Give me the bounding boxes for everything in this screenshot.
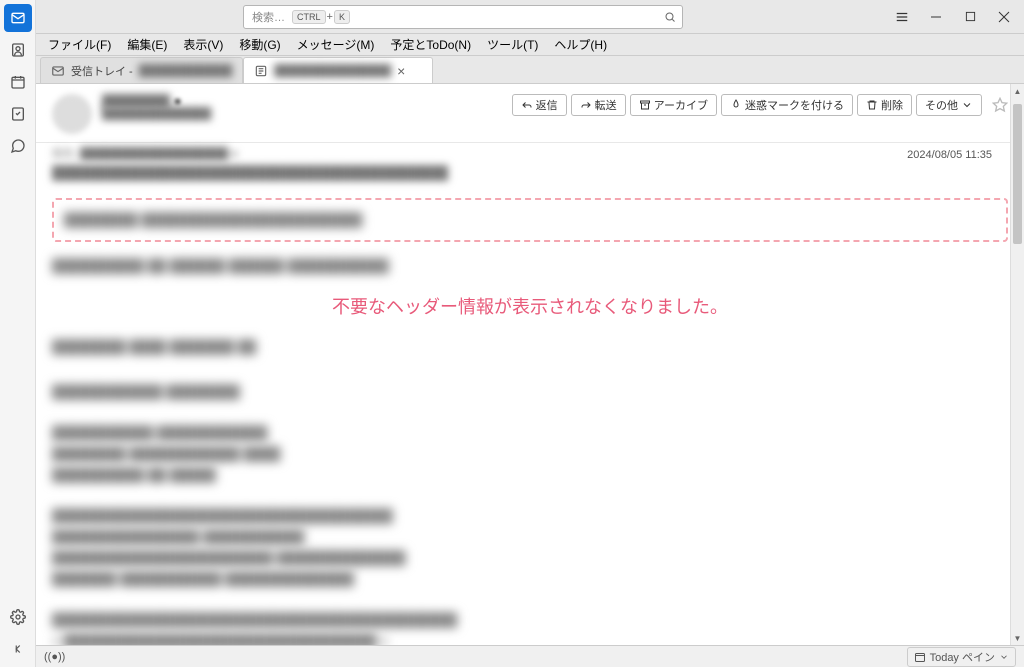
recipient-line: 宛先: ███████████████████ ● xyxy=(52,145,448,161)
window-minimize-button[interactable] xyxy=(920,3,952,31)
avatar xyxy=(52,94,92,134)
settings-icon[interactable] xyxy=(4,603,32,631)
search-placeholder: 検索… xyxy=(252,9,285,25)
search-icon xyxy=(664,11,676,23)
other-button[interactable]: その他 xyxy=(916,94,982,116)
menu-calendar[interactable]: 予定とToDo(N) xyxy=(382,34,479,55)
window-close-button[interactable] xyxy=(988,3,1020,31)
menu-go[interactable]: 移動(G) xyxy=(231,34,288,55)
chat-space-icon[interactable] xyxy=(4,132,32,160)
message-body: ████████ ████████████████████████ ██████… xyxy=(36,180,1024,645)
kbd-k: K xyxy=(334,10,350,24)
tab-inbox-label: 受信トレイ - xyxy=(71,63,133,79)
mail-space-icon[interactable] xyxy=(4,4,32,32)
tab-message-title: ███████████████ xyxy=(274,65,391,77)
message-header: ████████ ● ██████████████ 返信 転送 アーカイブ 迷惑… xyxy=(36,84,1024,143)
archive-button[interactable]: アーカイブ xyxy=(630,94,717,116)
tab-message[interactable]: ███████████████ × xyxy=(243,57,433,83)
tab-inbox-account: ████████████ xyxy=(139,65,233,77)
titlebar: 検索… CTRL + K xyxy=(0,0,1024,34)
star-icon[interactable] xyxy=(992,97,1008,113)
menu-file[interactable]: ファイル(F) xyxy=(40,34,119,55)
menu-view[interactable]: 表示(V) xyxy=(175,34,231,55)
highlight-box: ████████ ████████████████████████ xyxy=(52,198,1008,242)
menubar: ファイル(F) 編集(E) 表示(V) 移動(G) メッセージ(M) 予定とTo… xyxy=(0,34,1024,56)
kbd-ctrl: CTRL xyxy=(292,10,326,24)
tab-inbox[interactable]: 受信トレイ - ████████████ xyxy=(40,57,243,83)
calendar-space-icon[interactable] xyxy=(4,68,32,96)
scroll-up-icon[interactable]: ▲ xyxy=(1011,84,1024,98)
today-pane-button[interactable]: Today ペイン xyxy=(907,647,1016,667)
connection-icon: ((●)) xyxy=(44,651,65,663)
vertical-scrollbar[interactable]: ▲ ▼ xyxy=(1010,84,1024,645)
message-timestamp: 2024/08/05 11:35 xyxy=(891,145,1008,180)
window-maximize-button[interactable] xyxy=(954,3,986,31)
reply-button[interactable]: 返信 xyxy=(512,94,567,116)
annotation-text: 不要なヘッダー情報が表示されなくなりました。 xyxy=(52,293,1008,319)
collapse-icon[interactable] xyxy=(4,635,32,663)
addressbook-space-icon[interactable] xyxy=(4,36,32,64)
hamburger-menu-button[interactable] xyxy=(886,3,918,31)
message-actions: 返信 転送 アーカイブ 迷惑マークを付ける 削除 その他 xyxy=(512,94,1008,116)
spaces-sidebar xyxy=(0,0,36,667)
menu-message[interactable]: メッセージ(M) xyxy=(289,34,383,55)
menu-edit[interactable]: 編集(E) xyxy=(119,34,175,55)
forward-button[interactable]: 転送 xyxy=(571,94,626,116)
message-pane: ████████ ● ██████████████ 返信 転送 アーカイブ 迷惑… xyxy=(36,84,1024,645)
global-search-input[interactable]: 検索… CTRL + K xyxy=(243,5,683,29)
scroll-down-icon[interactable]: ▼ xyxy=(1011,631,1024,645)
statusbar: ((●)) Today ペイン xyxy=(36,645,1024,667)
delete-button[interactable]: 削除 xyxy=(857,94,912,116)
tasks-space-icon[interactable] xyxy=(4,100,32,128)
tabbar: 受信トレイ - ████████████ ███████████████ × xyxy=(0,56,1024,84)
tab-close-icon[interactable]: × xyxy=(397,63,405,79)
sender-address: ██████████████ xyxy=(102,108,512,120)
sender-name: ████████ xyxy=(102,94,170,108)
subject-line: ████████████████████████████████████████… xyxy=(52,165,448,180)
junk-button[interactable]: 迷惑マークを付ける xyxy=(721,94,853,116)
menu-help[interactable]: ヘルプ(H) xyxy=(546,34,615,55)
scroll-thumb[interactable] xyxy=(1013,104,1022,244)
menu-tools[interactable]: ツール(T) xyxy=(479,34,546,55)
